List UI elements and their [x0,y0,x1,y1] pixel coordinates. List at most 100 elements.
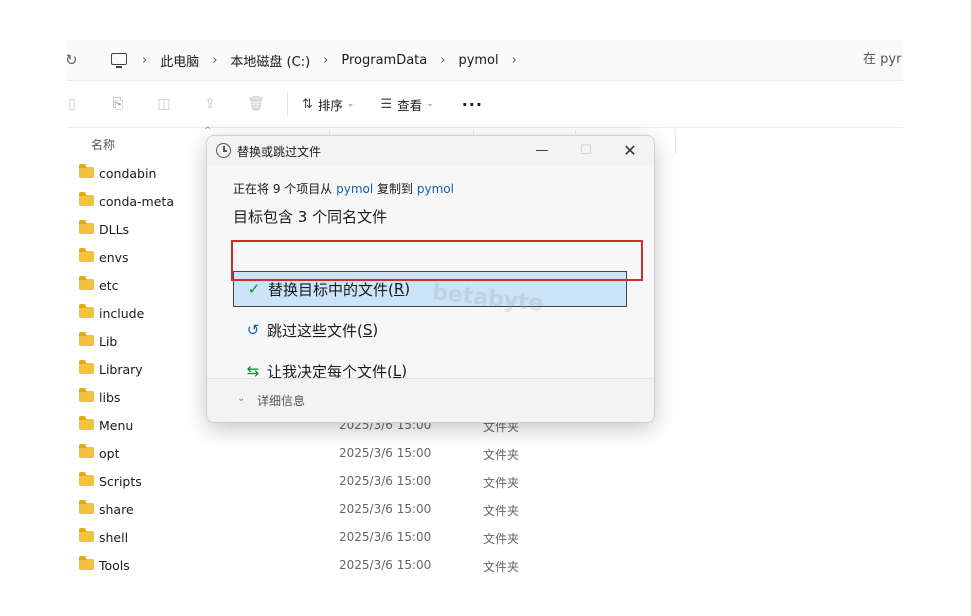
chevron-right-icon[interactable]: › [212,53,217,68]
breadcrumb-pymol[interactable]: pymol [458,53,498,68]
copy-status-text: 正在将 9 个项目从 pymol 复制到 pymol [233,180,454,197]
sort-label: 排序 [317,97,343,113]
search-input[interactable]: 在 pyr [863,40,903,80]
share-icon[interactable]: ⇪ [201,95,219,113]
view-label: 查看 [397,97,423,113]
destination-folder-link[interactable]: pymol [417,182,454,196]
file-type: 文件夹 [483,448,520,462]
table-row[interactable]: Scripts 2025/3/6 15:00 文件夹 [67,468,903,496]
address-bar[interactable]: ↻ › 此电脑 › 本地磁盘 (C:) › ProgramData › pymo… [67,40,903,81]
clock-icon [216,143,231,158]
breadcrumb-programdata[interactable]: ProgramData [341,53,427,68]
dialog-heading: 目标包含 3 个同名文件 [233,208,388,226]
file-name: shell [99,530,129,545]
list-view-icon: ☰ [380,96,393,112]
folder-icon [79,416,94,430]
breadcrumb-this-pc[interactable]: 此电脑 [160,51,199,70]
file-type: 文件夹 [483,476,520,490]
file-name: DLLs [99,222,130,237]
folder-icon [79,276,94,290]
file-type: 文件夹 [483,504,520,518]
replace-accelerator: R [393,280,405,298]
skip-arrow-icon: ↺ [246,321,260,339]
table-row[interactable]: share 2025/3/6 15:00 文件夹 [67,496,903,524]
folder-icon [79,472,94,486]
file-name: condabin [99,166,157,181]
checkmark-icon: ✓ [247,280,261,298]
folder-icon [79,192,94,206]
refresh-icon[interactable]: ↻ [67,51,83,69]
chevron-right-icon[interactable]: › [512,53,517,68]
source-folder-link[interactable]: pymol [336,182,373,196]
toolbar: ▯ ⎘ ◫ ⇪ 🗑 ⇅ 排序 ⌄ ☰ 查看 ⌄ ··· [67,81,903,128]
file-date: 2025/3/6 15:00 [339,474,432,488]
table-row[interactable]: opt 2025/3/6 15:00 文件夹 [67,440,903,468]
folder-icon [79,388,94,402]
file-name: conda-meta [99,194,174,209]
file-date: 2025/3/6 15:00 [339,558,432,572]
maximize-button[interactable]: ☐ [564,136,608,166]
rename-icon[interactable]: ▯ [67,95,81,113]
dialog-footer: ⌄ 详细信息 [207,378,654,422]
chevron-right-icon[interactable]: › [142,53,147,68]
ai-icon[interactable]: ◫ [155,95,173,113]
more-options-button[interactable]: ··· [462,95,483,114]
folder-icon [79,332,94,346]
table-row[interactable]: Tools 2025/3/6 15:00 文件夹 [67,552,903,576]
paren-close: ) [404,280,411,298]
file-name: libs [99,390,121,405]
dialog-title: 替换或跳过文件 [237,145,322,159]
file-date: 2025/3/6 15:00 [339,502,432,516]
file-type: 文件夹 [483,532,520,546]
dialog-titlebar[interactable]: 替换或跳过文件 — ☐ ✕ [207,136,654,166]
breadcrumb-local-disk[interactable]: 本地磁盘 (C:) [230,51,310,70]
chevron-down-icon[interactable]: ⌄ [237,393,245,404]
folder-icon [79,220,94,234]
folder-icon [79,304,94,318]
folder-icon [79,500,94,514]
copy-mid: 复制到 [377,182,414,196]
table-row[interactable]: shell 2025/3/6 15:00 文件夹 [67,524,903,552]
replace-label: 替换目标中的文件( [268,280,394,299]
skip-accelerator: S [362,321,373,339]
folder-icon [79,556,94,570]
file-name: envs [99,250,129,265]
file-name: Menu [99,418,134,433]
file-name: share [99,502,134,517]
skip-files-option[interactable]: ↺ 跳过这些文件(S) [233,312,627,348]
sort-icon: ⇅ [302,96,313,112]
folder-icon [79,248,94,262]
name-column-header[interactable]: 名称 [91,136,115,153]
folder-icon [79,164,94,178]
details-toggle[interactable]: 详细信息 [257,392,305,409]
paste-icon[interactable]: ⎘ [109,95,127,113]
view-button[interactable]: ☰ 查看 ⌄ [380,95,433,114]
copy-prefix: 正在将 9 个项目从 [233,182,333,196]
column-divider[interactable] [675,130,676,154]
trash-icon[interactable]: 🗑 [247,95,265,113]
chevron-right-icon[interactable]: › [323,53,328,68]
paren-close: ) [372,321,379,339]
computer-icon [111,53,129,68]
skip-label: 跳过这些文件( [267,321,363,340]
chevron-right-icon[interactable]: › [440,53,445,68]
file-name: Lib [99,334,118,349]
file-name: Scripts [99,474,142,489]
toolbar-divider [287,92,288,116]
sort-button[interactable]: ⇅ 排序 ⌄ [302,95,354,114]
folder-icon [79,360,94,374]
file-name: Library [99,362,143,377]
file-type: 文件夹 [483,560,520,574]
minimize-button[interactable]: — [520,136,564,166]
file-name: include [99,306,145,321]
file-name: Tools [99,558,130,573]
file-name: opt [99,446,120,461]
close-button[interactable]: ✕ [608,136,652,166]
folder-icon [79,528,94,542]
annotation-highlight-box [231,240,643,281]
file-date: 2025/3/6 15:00 [339,530,432,544]
chevron-down-icon: ⌄ [426,99,434,109]
file-date: 2025/3/6 15:00 [339,446,432,460]
chevron-down-icon: ⌄ [346,99,355,109]
file-name: etc [99,278,119,293]
